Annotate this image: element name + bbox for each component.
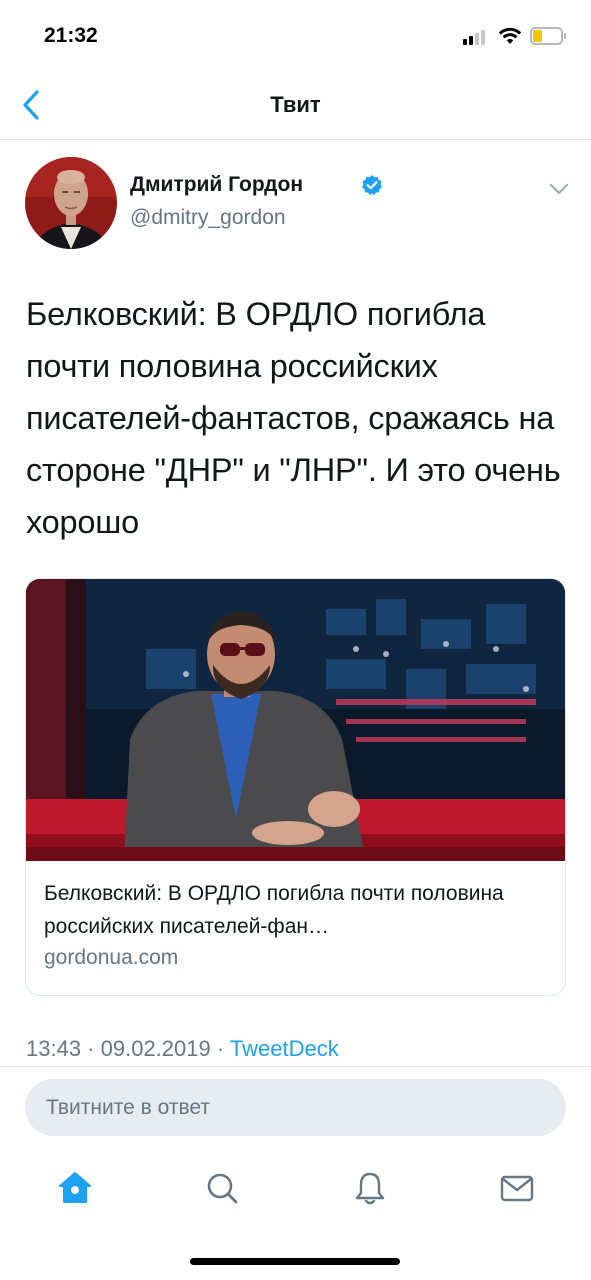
tweet-text: Белковский: В ОРДЛО погибла почти полови… — [26, 296, 561, 540]
tweet-meta: 13:43 · 09.02.2019 · TweetDeck — [26, 1036, 339, 1062]
card-domain: gordonua.com — [44, 946, 179, 969]
page-title: Твит — [270, 92, 321, 117]
reply-placeholder: Твитните в ответ — [46, 1096, 210, 1119]
avatar[interactable] — [25, 157, 117, 249]
cellular-signal-icon — [463, 29, 491, 45]
author-handle[interactable]: @dmitry_gordon — [130, 206, 286, 230]
bell-icon — [355, 1172, 385, 1205]
reply-input[interactable]: Твитните в ответ — [25, 1079, 566, 1136]
card-title: Белковский: В ОРДЛО погибла почти полови… — [44, 882, 504, 938]
meta-separator: · — [210, 1036, 230, 1061]
card-image — [26, 579, 565, 861]
home-icon — [59, 1172, 91, 1203]
status-time: 21:32 — [44, 24, 98, 47]
battery-icon — [530, 27, 566, 45]
tweet-time: 13:43 — [26, 1036, 82, 1061]
chevron-down-icon[interactable] — [548, 182, 570, 196]
tweet-source-link[interactable]: TweetDeck — [230, 1036, 339, 1061]
tab-notifications[interactable] — [350, 1168, 390, 1208]
tab-search[interactable] — [202, 1168, 242, 1208]
meta-separator: · — [81, 1036, 101, 1061]
wifi-icon — [498, 27, 522, 44]
search-icon — [207, 1173, 238, 1204]
link-card[interactable]: Белковский: В ОРДЛО погибла почти полови… — [25, 578, 566, 996]
verified-badge-icon — [362, 175, 382, 196]
home-indicator[interactable] — [190, 1258, 400, 1265]
tab-messages[interactable] — [497, 1168, 537, 1208]
status-bar: 21:32 — [0, 0, 591, 70]
divider — [0, 1066, 591, 1067]
mail-icon — [500, 1175, 534, 1202]
author-name[interactable]: Дмитрий Гордон — [130, 173, 303, 197]
tab-home[interactable] — [55, 1168, 95, 1208]
tweet-date: 09.02.2019 — [100, 1036, 211, 1061]
nav-bar: Твит — [0, 70, 591, 140]
